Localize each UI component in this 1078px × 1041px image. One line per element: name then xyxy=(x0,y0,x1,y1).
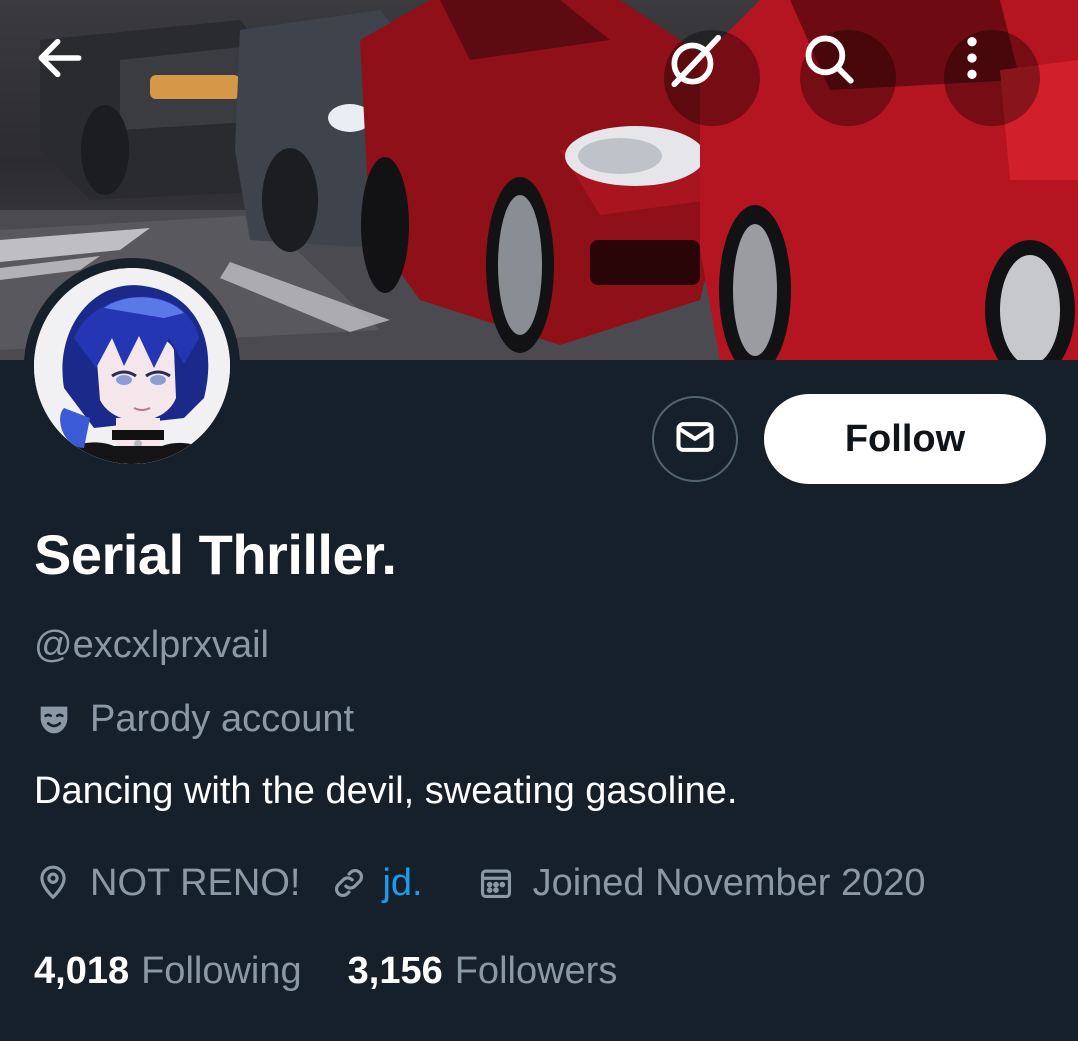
display-name: Serial Thriller. xyxy=(34,523,397,586)
search-button[interactable] xyxy=(800,30,896,126)
following-count: 4,018 xyxy=(34,950,130,992)
followers-count: 3,156 xyxy=(347,950,443,992)
avatar[interactable] xyxy=(24,258,240,474)
profile-meta: NOT RENO! jd. Joined November 2020 xyxy=(34,860,926,906)
follow-button[interactable]: Follow xyxy=(764,394,1046,484)
avatar-image xyxy=(34,268,230,464)
theater-mask-icon xyxy=(34,700,74,740)
back-button[interactable] xyxy=(32,30,128,126)
following-label: Following xyxy=(141,950,302,992)
message-button[interactable] xyxy=(652,396,738,482)
link-icon xyxy=(330,864,368,902)
profile-bio: Dancing with the devil, sweating gasolin… xyxy=(34,770,738,812)
location-item: NOT RENO! xyxy=(34,862,300,905)
calendar-icon xyxy=(477,864,515,902)
location-pin-icon xyxy=(34,864,72,902)
following-link[interactable]: 4,018 Following xyxy=(34,950,302,993)
followers-label: Followers xyxy=(454,950,618,992)
website-link[interactable]: jd. xyxy=(382,862,422,905)
location-text: NOT RENO! xyxy=(90,861,301,904)
envelope-icon xyxy=(673,415,717,464)
parody-text: Parody account xyxy=(90,698,355,740)
website-item[interactable]: jd. xyxy=(330,862,423,905)
follow-counts: 4,018 Following 3,156 Followers xyxy=(34,950,617,993)
more-options-button[interactable] xyxy=(944,30,1040,126)
parody-label: Parody account xyxy=(34,698,354,741)
followers-link[interactable]: 3,156 Followers xyxy=(348,950,618,993)
joined-item: Joined November 2020 xyxy=(477,862,926,905)
profile-page: Follow Serial Thriller. @excxlprxvail Pa… xyxy=(0,0,1078,1041)
user-handle: @excxlprxvail xyxy=(34,624,269,666)
grok-button[interactable] xyxy=(664,30,760,126)
joined-text: Joined November 2020 xyxy=(532,861,926,904)
